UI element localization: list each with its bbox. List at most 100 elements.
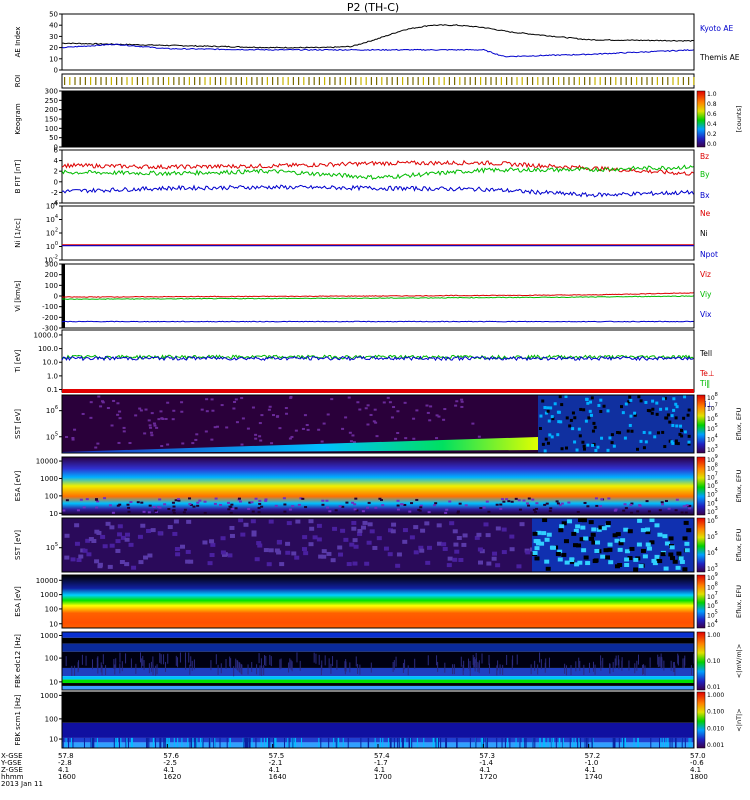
colorbar-tick-label: 106 bbox=[707, 413, 718, 423]
spectro-pixel bbox=[374, 506, 378, 509]
spectro-pixel bbox=[209, 539, 215, 544]
spectro-pixel bbox=[456, 737, 458, 748]
spectro-pixel bbox=[541, 531, 547, 536]
spectro-pixel bbox=[205, 410, 209, 413]
spectro-pixel bbox=[594, 448, 598, 452]
spectro-pixel bbox=[335, 737, 337, 748]
spectro-pixel bbox=[423, 737, 425, 748]
colorbar-tick-label: 0.001 bbox=[707, 742, 724, 749]
y-tick-label: 1000.0 bbox=[34, 331, 59, 339]
spectro-pixel bbox=[160, 417, 164, 420]
spectro-pixel bbox=[491, 556, 497, 561]
spectro-pixel bbox=[541, 442, 545, 446]
spectro-pixel bbox=[429, 405, 433, 408]
roi-mark bbox=[370, 77, 372, 85]
spectro-pixel bbox=[674, 509, 678, 512]
spectro-pixel bbox=[330, 558, 336, 563]
spectro-pixel bbox=[495, 526, 501, 531]
spectro-pixel bbox=[586, 737, 588, 748]
spectro-pixel bbox=[619, 405, 623, 409]
spectro-pixel bbox=[306, 428, 310, 431]
spectro-pixel bbox=[409, 737, 411, 748]
spectro-pixel bbox=[672, 559, 678, 564]
spectro-pixel bbox=[180, 544, 186, 549]
spectro-pixel bbox=[74, 665, 76, 676]
spectro-pixel bbox=[522, 737, 524, 748]
y-tick-label: 20 bbox=[49, 44, 58, 52]
spectro-pixel bbox=[308, 519, 314, 524]
spectro-pixel bbox=[219, 504, 223, 507]
spectro-pixel bbox=[106, 407, 110, 410]
spectro-pixel bbox=[682, 567, 688, 572]
spectro-pixel bbox=[321, 660, 323, 671]
spectro-pixel bbox=[506, 654, 508, 665]
spectro-pixel bbox=[257, 511, 261, 514]
spectro-pixel bbox=[442, 546, 448, 551]
spectro-pixel bbox=[393, 660, 395, 671]
spectro-pixel bbox=[136, 501, 140, 504]
spectro-pixel bbox=[258, 435, 262, 438]
spectro-pixel bbox=[115, 548, 121, 553]
spectro-pixel bbox=[229, 656, 231, 667]
spectro-pixel bbox=[220, 404, 224, 407]
roi-mark bbox=[381, 77, 383, 85]
spectro-pixel bbox=[557, 420, 561, 424]
spectro-pixel bbox=[115, 658, 117, 669]
spectro-pixel bbox=[659, 737, 661, 748]
spectro-pixel bbox=[545, 566, 551, 571]
spectro-pixel bbox=[684, 655, 686, 666]
spectro-pixel bbox=[173, 737, 175, 748]
spectro-pixel bbox=[433, 737, 435, 748]
spectro-pixel bbox=[480, 737, 482, 748]
spectro-pixel bbox=[276, 415, 280, 418]
spectro-pixel bbox=[690, 737, 692, 748]
roi-mark bbox=[594, 77, 596, 85]
spectro-pixel bbox=[670, 414, 674, 418]
spectro-pixel bbox=[318, 554, 324, 559]
roi-mark bbox=[604, 77, 606, 85]
spectro-pixel bbox=[156, 664, 158, 675]
legend-entry: Npot bbox=[700, 250, 718, 259]
colorbar-label: Eflux, EFU bbox=[735, 407, 743, 440]
roi-mark bbox=[79, 77, 81, 85]
spectro-pixel bbox=[199, 737, 201, 748]
axes-frame bbox=[61, 205, 695, 261]
roi-mark bbox=[100, 77, 102, 85]
spectro-pixel bbox=[435, 737, 437, 748]
spectro-pixel bbox=[507, 500, 511, 503]
spectro-pixel bbox=[612, 444, 616, 448]
spectro-pixel bbox=[444, 511, 448, 514]
spectro-pixel bbox=[559, 737, 561, 748]
spectro-pixel bbox=[337, 737, 339, 748]
spectro-pixel bbox=[578, 737, 580, 748]
spectro-pixel bbox=[328, 737, 330, 748]
themis-summary-plot: P2 (TH-C) AE Index50403020100Kyoto AEThe… bbox=[0, 1, 743, 788]
spectro-pixel bbox=[600, 498, 604, 501]
spectro-pixel bbox=[341, 505, 345, 508]
spectro-pixel bbox=[302, 535, 308, 540]
spectro-pixel bbox=[126, 503, 130, 506]
spectro-pixel bbox=[560, 502, 564, 505]
spectro-pixel bbox=[251, 737, 253, 748]
spectro-pixel bbox=[379, 737, 381, 748]
spectro-pixel bbox=[180, 401, 184, 404]
spectro-pixel bbox=[276, 550, 282, 555]
spectro-pixel bbox=[634, 663, 636, 674]
spectro-pixel bbox=[564, 560, 570, 565]
spectro-pixel bbox=[146, 737, 148, 748]
spectro-pixel bbox=[585, 561, 591, 566]
spectro-pixel bbox=[283, 503, 287, 506]
spectro-pixel bbox=[442, 418, 446, 421]
spectro-pixel bbox=[309, 526, 315, 531]
colorbar-tick-label: 0.0 bbox=[707, 141, 717, 148]
spectro-pixel bbox=[79, 498, 83, 501]
roi-mark bbox=[126, 77, 128, 85]
spectro-pixel bbox=[463, 660, 465, 671]
spectro-pixel bbox=[274, 737, 276, 748]
spectro-pixel bbox=[412, 417, 416, 420]
spectro-pixel bbox=[291, 737, 293, 748]
spectro-pixel bbox=[660, 737, 662, 748]
spectro-pixel bbox=[415, 409, 419, 412]
spectro-pixel bbox=[509, 547, 515, 552]
spectro-pixel bbox=[452, 557, 458, 562]
